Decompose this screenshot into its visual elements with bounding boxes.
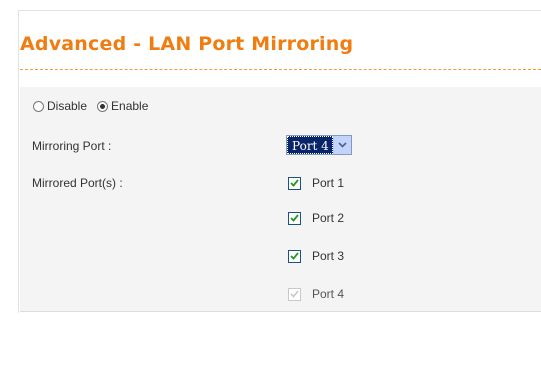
mirrored-ports-label: Mirrored Port(s) :: [32, 176, 123, 190]
mirroring-mode-radio-group: Disable Enable: [33, 99, 158, 113]
port-2-checkbox[interactable]: [288, 211, 301, 225]
mirroring-port-selected-value: Port 4: [287, 136, 333, 154]
disable-radio-option[interactable]: Disable: [33, 99, 87, 113]
port-4-checkbox-row: Port 4: [288, 287, 344, 301]
enable-radio-button[interactable]: [97, 100, 109, 112]
enable-radio-option[interactable]: Enable: [97, 99, 148, 113]
enable-radio-label: Enable: [111, 99, 149, 113]
port-1-checkbox-row[interactable]: Port 1: [288, 176, 344, 190]
port-2-label: Port 2: [312, 211, 345, 225]
chevron-down-icon: [338, 142, 347, 148]
port-1-label: Port 1: [312, 176, 345, 190]
checkmark-icon: [290, 290, 299, 298]
dropdown-arrow-button[interactable]: [332, 136, 351, 154]
port-4-label: Port 4: [312, 287, 345, 301]
port-4-checkbox: [288, 287, 301, 301]
checkmark-icon: [290, 252, 299, 260]
port-3-checkbox[interactable]: [288, 249, 301, 263]
port-3-label: Port 3: [312, 249, 345, 263]
checkmark-icon: [290, 214, 299, 222]
mirroring-port-label: Mirroring Port :: [32, 139, 112, 153]
mirroring-port-select[interactable]: Port 4: [286, 135, 352, 155]
disable-radio-button[interactable]: [33, 100, 44, 112]
settings-panel: Disable Enable Mirroring Port : Port 4 M…: [20, 87, 541, 312]
checkmark-icon: [290, 179, 299, 187]
port-3-checkbox-row[interactable]: Port 3: [288, 249, 344, 263]
port-2-checkbox-row[interactable]: Port 2: [288, 211, 344, 225]
title-divider: [20, 69, 541, 70]
disable-radio-label: Disable: [47, 99, 88, 113]
page-title: Advanced - LAN Port Mirroring: [20, 33, 354, 55]
port-1-checkbox[interactable]: [288, 176, 301, 190]
